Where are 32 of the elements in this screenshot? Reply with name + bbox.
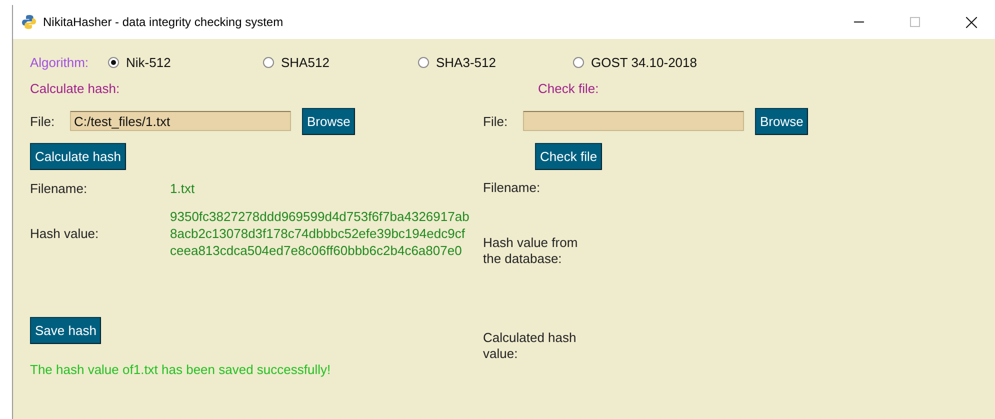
radio-button[interactable]: [263, 56, 274, 68]
algorithm-label: Algorithm:: [30, 54, 90, 70]
python-logo-icon: [21, 14, 37, 30]
status-message: The hash value of1.txt has been saved successfully!: [30, 362, 331, 376]
file-path-field[interactable]: C:/test_files/1.txt: [70, 111, 291, 131]
file-label: File:: [30, 114, 56, 128]
hash-value-label: Hash value:: [30, 226, 100, 240]
radio-button[interactable]: [418, 56, 429, 68]
calculate-hash-button[interactable]: Calculate hash: [30, 142, 126, 170]
radio-button[interactable]: [108, 56, 119, 68]
hash-value-text: 9350fc3827278ddd969599d4d753f6f7ba4326917ab 8acb2c13078d3f178c74dbbbc52efe39bc194edc9cf ceea813cdca504ed7e8c06ff60bbb6c2b4c6a807e0: [170, 208, 470, 258]
window-title: NikitaHasher - data integrity checking system: [43, 15, 284, 29]
filename-label: Filename:: [483, 180, 542, 196]
filename-label: Filename:: [30, 180, 88, 196]
browse-button[interactable]: Browse: [302, 108, 356, 134]
check-file-button[interactable]: Check file: [535, 142, 602, 170]
maximize-icon: [910, 17, 920, 27]
section-heading: Check file:: [538, 81, 599, 96]
database-hash-label: Hash value from the database:: [483, 235, 579, 267]
close-icon: [966, 16, 976, 28]
filename-value: 1.txt: [170, 180, 195, 196]
radio-button[interactable]: [573, 56, 584, 68]
file-path-field[interactable]: [523, 111, 744, 131]
algorithm-option-label[interactable]: SHA3-512: [436, 54, 496, 70]
file-label: File:: [483, 114, 509, 128]
browse-button[interactable]: Browse: [755, 108, 808, 134]
algorithm-option-label[interactable]: Nik-512: [126, 54, 171, 70]
save-hash-button[interactable]: Save hash: [30, 317, 102, 344]
algorithm-option-label[interactable]: SHA512: [281, 54, 330, 70]
calculated-hash-label: Calculated hash value:: [483, 330, 578, 362]
algorithm-option-label[interactable]: GOST 34.10-2018: [591, 54, 697, 70]
section-heading: Calculate hash:: [30, 81, 120, 96]
